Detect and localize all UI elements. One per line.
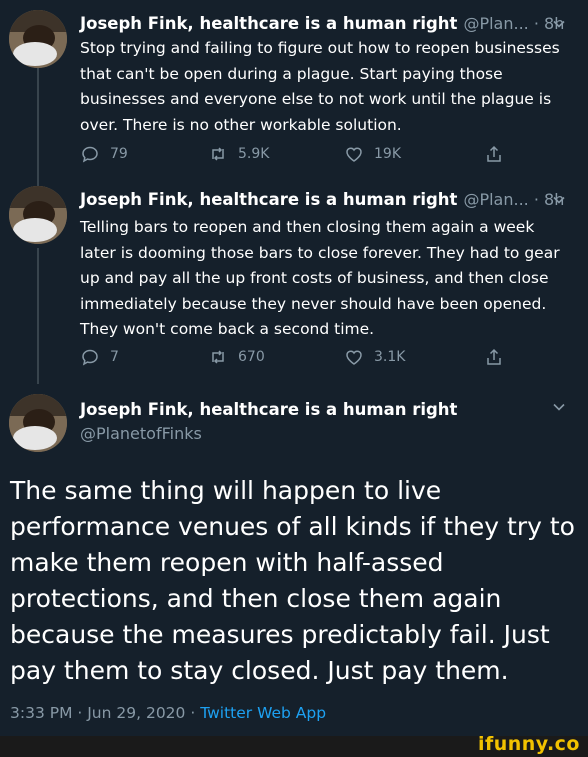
- tweet-actions: 7 670 3.1K: [80, 347, 510, 371]
- tweet-header: Joseph Fink, healthcare is a human right…: [80, 190, 564, 212]
- retweet-icon: [212, 147, 224, 161]
- share-button[interactable]: [484, 347, 514, 367]
- retweet-count: 670: [238, 349, 265, 365]
- share-icon: [487, 348, 501, 365]
- main-tweet-text: The same thing will happen to live perfo…: [10, 476, 575, 685]
- retweet-icon: [212, 350, 224, 364]
- display-name[interactable]: Joseph Fink, healthcare is a human right: [80, 14, 457, 33]
- retweet-button[interactable]: 670: [208, 347, 265, 367]
- avatar[interactable]: [9, 10, 67, 68]
- handle[interactable]: @PlanetofFinks: [80, 424, 202, 443]
- retweet-count: 5.9K: [238, 146, 270, 162]
- tweet-header: Joseph Fink, healthcare is a human right…: [80, 14, 564, 36]
- thread-line: [37, 248, 39, 384]
- share-button[interactable]: [484, 144, 514, 164]
- display-name[interactable]: Joseph Fink, healthcare is a human right: [80, 400, 457, 419]
- avatar-image: [9, 10, 67, 68]
- like-icon: [346, 350, 362, 365]
- display-name[interactable]: Joseph Fink, healthcare is a human right: [80, 190, 457, 209]
- avatar-image: [9, 394, 67, 452]
- avatar[interactable]: [9, 394, 67, 452]
- reply-icon: [82, 349, 98, 366]
- reply-count: 79: [110, 146, 128, 162]
- handle-time[interactable]: @Plan... · 8h: [463, 14, 564, 33]
- like-count: 19K: [374, 146, 401, 162]
- reply-icon: [82, 146, 98, 163]
- tweet-text: Telling bars to reopen and then closing …: [80, 218, 560, 338]
- tweet-actions: 79 5.9K 19K: [80, 144, 510, 168]
- thread-line: [37, 66, 39, 186]
- retweet-button[interactable]: 5.9K: [208, 144, 269, 164]
- tweet-meta: 3:33 PM · Jun 29, 2020 · Twitter Web App: [10, 704, 326, 722]
- reply-count: 7: [110, 349, 119, 365]
- chevron-down-icon[interactable]: [552, 193, 566, 207]
- tweet-text: Stop trying and failing to figure out ho…: [80, 39, 560, 134]
- chevron-down-icon[interactable]: [552, 17, 566, 31]
- like-button[interactable]: 19K: [344, 144, 401, 164]
- tweet-header: Joseph Fink, healthcare is a human right: [80, 400, 457, 422]
- chevron-down-icon[interactable]: [552, 400, 566, 414]
- avatar[interactable]: [9, 186, 67, 244]
- reply-button[interactable]: 7: [80, 347, 119, 367]
- timestamp[interactable]: 3:33 PM · Jun 29, 2020 ·: [10, 704, 200, 722]
- like-count: 3.1K: [374, 349, 406, 365]
- share-icon: [487, 145, 501, 162]
- handle-time[interactable]: @Plan... · 8h: [463, 190, 564, 209]
- watermark-logo: ifunny.co: [477, 733, 580, 755]
- like-icon: [346, 147, 362, 162]
- like-button[interactable]: 3.1K: [344, 347, 405, 367]
- reply-button[interactable]: 79: [80, 144, 128, 164]
- avatar-image: [9, 186, 67, 244]
- source-link[interactable]: Twitter Web App: [200, 704, 326, 722]
